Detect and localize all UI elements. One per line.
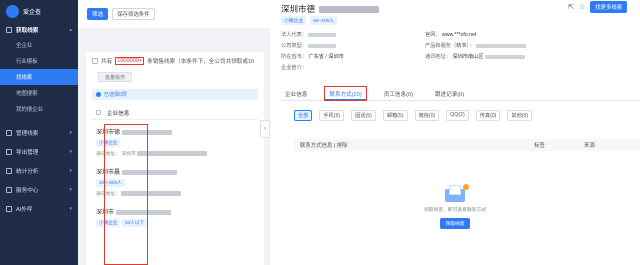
filter-all[interactable]: 全部 xyxy=(294,110,313,121)
logo-icon xyxy=(6,4,19,18)
contact-table-header: 联系方式信息 | 排除 标签 来源 xyxy=(294,139,640,151)
filter-button[interactable]: 筛选 xyxy=(87,8,109,20)
company-type: 公司类型： xyxy=(281,42,337,49)
chip-staff: 50~100人 xyxy=(310,16,338,25)
filter-mobile[interactable]: 手机(5) xyxy=(319,110,345,121)
tab-employees[interactable]: 员工信息(0) xyxy=(380,87,417,100)
chevron-up-icon: ▴ xyxy=(69,26,72,33)
redacted-text xyxy=(485,54,525,59)
sidebar-item-map-search[interactable]: 地图搜索 xyxy=(0,85,78,101)
export-icon xyxy=(6,148,12,155)
filter-toolbar: 筛选 保存筛选条件 xyxy=(78,0,270,28)
sidebar-item-find-leads[interactable]: 找线索 xyxy=(0,69,78,85)
address: 通讯地址： 深圳市南山区 xyxy=(425,53,525,60)
products: 产品和服务（精准）： xyxy=(425,42,526,49)
info-icon xyxy=(96,92,101,97)
app-logo[interactable]: 爱企查 xyxy=(0,0,78,22)
redacted-text xyxy=(319,5,380,13)
legal-rep: 法人代表： xyxy=(281,31,337,38)
manager-intro: 企业管介： xyxy=(281,65,307,71)
star-icon[interactable]: ☆ xyxy=(579,3,585,11)
redacted-text xyxy=(308,43,337,48)
claim-lead-button[interactable]: 领取线索 xyxy=(440,218,470,229)
empty-state: 领取线索，即可查看联系方式 领取线索 xyxy=(415,184,495,229)
grid-icon xyxy=(6,26,12,33)
company-chips: 小微企业 50~100人 xyxy=(281,16,338,25)
batch-action-button[interactable]: 批量操作 xyxy=(98,72,132,82)
chip-size: 小微企业 xyxy=(281,16,307,25)
filter-landline[interactable]: 固话(5) xyxy=(351,110,376,121)
filter-other[interactable]: 其他(0) xyxy=(507,110,533,121)
logo-text: 爱企查 xyxy=(23,9,42,16)
selection-info: 已选择0项 xyxy=(92,89,258,100)
sidebar-item-get-leads[interactable]: 获取线索 ▴ xyxy=(0,22,78,37)
sidebar-item-stats[interactable]: 统计分析 ▾ xyxy=(0,163,78,178)
phone-icon xyxy=(6,205,12,212)
tab-contacts[interactable]: 联系方式(20) xyxy=(324,86,367,101)
service-icon xyxy=(6,186,12,193)
chevron-down-icon: ▾ xyxy=(69,205,72,212)
redacted-text xyxy=(308,32,337,37)
sidebar-item-industry-templates[interactable]: 行业模板 xyxy=(0,53,78,69)
collapse-drawer-button[interactable]: › xyxy=(260,120,270,138)
sidebar: 爱企查 获取线索 ▴ 全企业 行业模板 找线索 地图搜索 我的搜企业 管理线索 … xyxy=(0,0,78,265)
sidebar-item-all-companies[interactable]: 全企业 xyxy=(0,37,78,53)
chevron-down-icon: ▾ xyxy=(69,148,72,155)
highlight-box xyxy=(104,124,148,265)
sidebar-item-service[interactable]: 服务中心 ▾ xyxy=(0,182,78,197)
filter-email[interactable]: 邮箱(5) xyxy=(382,110,408,121)
find-more-leads-button[interactable]: 找更多线索 xyxy=(590,1,628,13)
filter-fax[interactable]: 传真(0) xyxy=(475,110,501,121)
folder-icon xyxy=(6,129,12,136)
col-contact: 联系方式信息 | 排除 xyxy=(300,143,348,149)
result-count: 共有 1000000+ 条销售线索（本条件下，全公司共领取或10 xyxy=(86,52,264,70)
drawer-actions: ⇱ ☆ 找更多线索 xyxy=(568,1,628,13)
filter-wechat[interactable]: 微信(0) xyxy=(414,110,440,121)
company-detail-drawer: 深圳市德 小微企业 50~100人 ⇱ ☆ 找更多线索 法人代表： 官网： ww… xyxy=(270,0,640,265)
result-count-value: 1000000+ xyxy=(115,57,145,65)
contact-filters: 全部 手机(5) 固话(5) 邮箱(5) 微信(0) QQ(2) 传真(0) 其… xyxy=(294,110,533,121)
chevron-down-icon: ▾ xyxy=(69,167,72,174)
website: 官网： www.***ofo.net xyxy=(425,32,477,38)
tab-company-info[interactable]: 企业信息 xyxy=(281,87,311,100)
header-checkbox[interactable] xyxy=(96,110,101,115)
filter-qq[interactable]: QQ(2) xyxy=(446,110,469,121)
redacted-text xyxy=(475,43,526,48)
share-icon[interactable]: ⇱ xyxy=(568,3,574,11)
sidebar-item-ai-call[interactable]: AI外呼 ▾ xyxy=(0,201,78,216)
sidebar-item-export[interactable]: 导出管理 ▾ xyxy=(0,144,78,159)
sidebar-item-my-searches[interactable]: 我的搜企业 xyxy=(0,101,78,117)
select-all-checkbox[interactable] xyxy=(92,58,98,64)
save-filter-button[interactable]: 保存筛选条件 xyxy=(112,8,155,20)
chevron-down-icon: ▾ xyxy=(69,186,72,193)
envelope-icon xyxy=(445,184,469,202)
company-title: 深圳市德 xyxy=(281,3,380,15)
sidebar-item-manage-leads[interactable]: 管理线索 ▾ xyxy=(0,125,78,140)
table-header: 企业信息 xyxy=(92,106,258,120)
tab-follow-up[interactable]: 跟进记录(0) xyxy=(431,87,468,100)
col-source: 来源 xyxy=(584,143,595,149)
region: 所在省市： 广东省 / 深圳市 xyxy=(281,54,344,60)
chart-icon xyxy=(6,167,12,174)
detail-tabs: 企业信息 联系方式(20) 员工信息(0) 跟进记录(0) xyxy=(281,86,640,101)
chevron-down-icon: ▾ xyxy=(69,129,72,136)
col-tag: 标签 xyxy=(534,143,545,149)
empty-message: 领取线索，即可查看联系方式 xyxy=(423,208,487,213)
